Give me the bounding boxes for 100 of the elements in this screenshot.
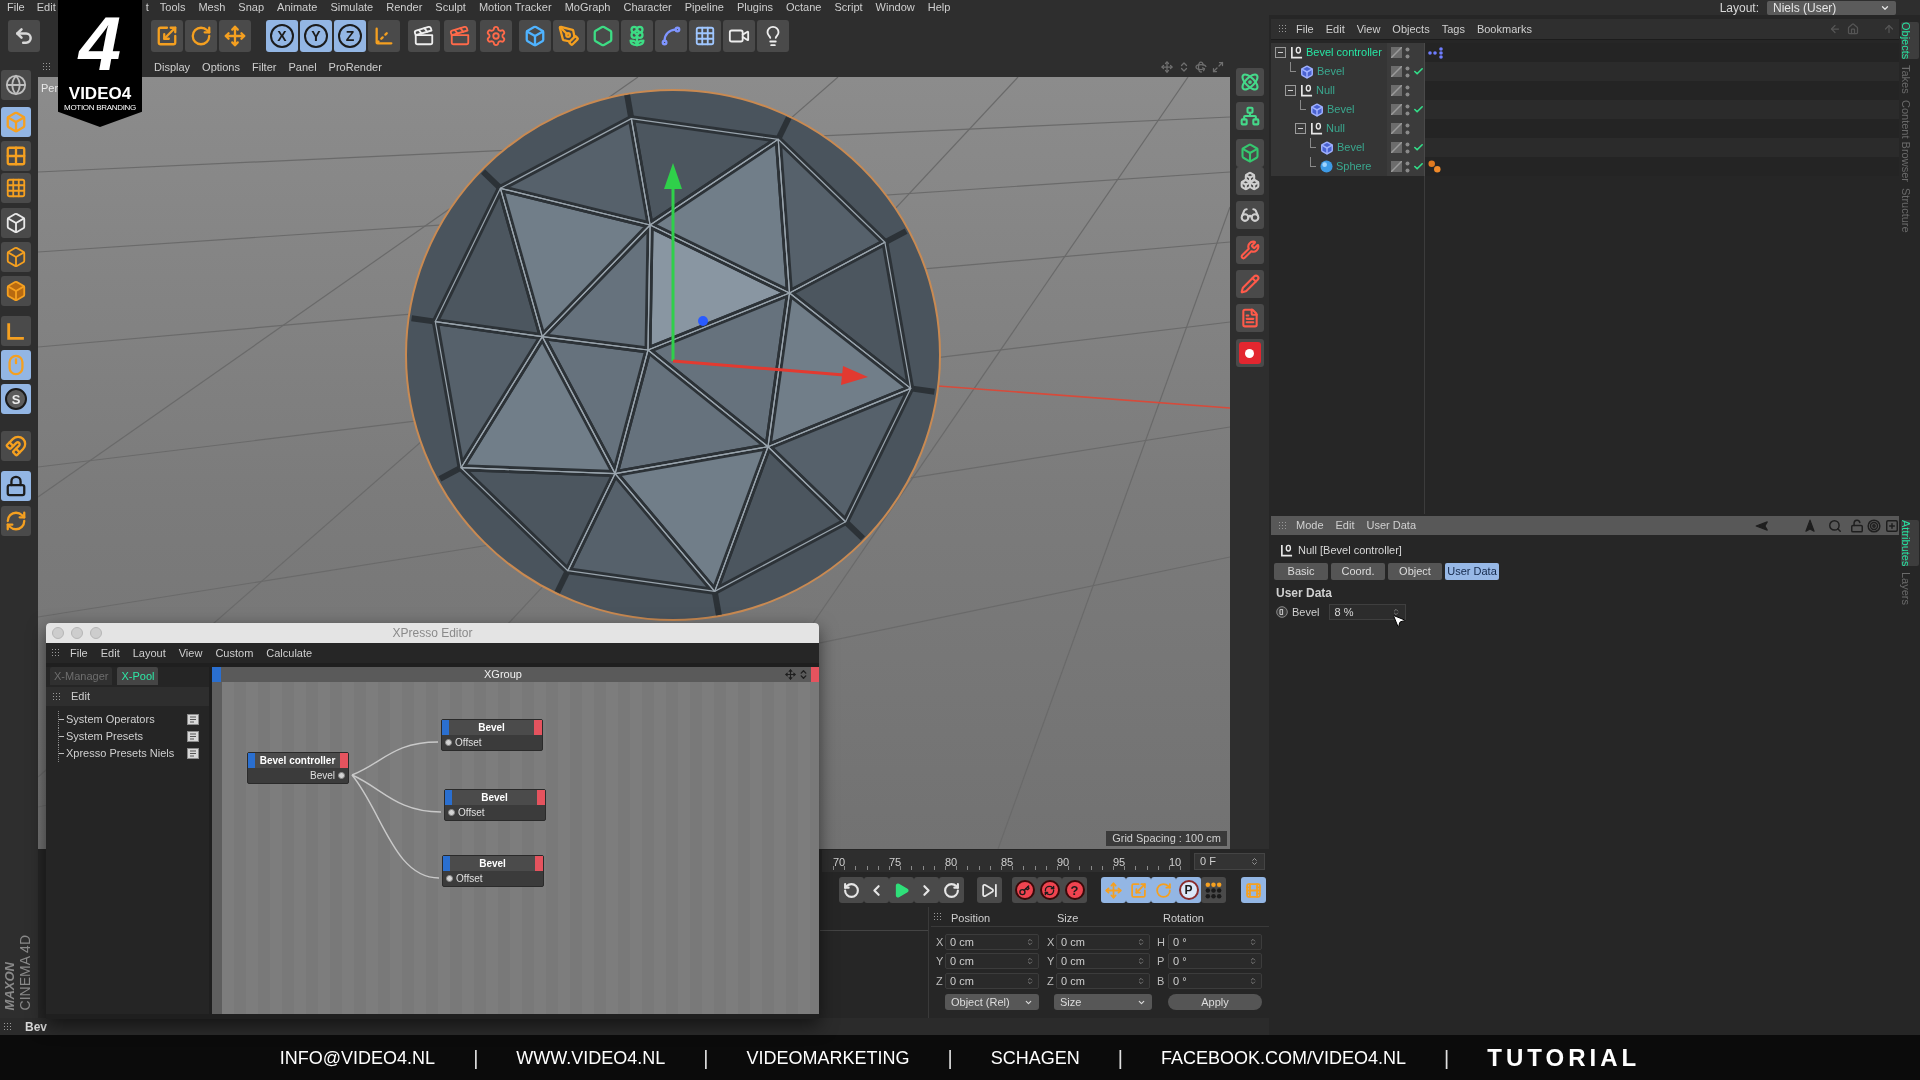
- menu-item[interactable]: Snap: [238, 2, 265, 13]
- points-mode-button[interactable]: [1, 208, 31, 238]
- connection-wire[interactable]: [351, 774, 442, 813]
- tool-button[interactable]: [1235, 102, 1264, 130]
- axis-mode-button[interactable]: [1, 316, 31, 346]
- menu-item[interactable]: Render: [386, 2, 423, 13]
- apply-button[interactable]: Apply: [1168, 994, 1262, 1010]
- cloner-button[interactable]: [621, 20, 653, 52]
- point-level-button[interactable]: [1201, 877, 1226, 903]
- menu-item[interactable]: Character: [623, 2, 672, 13]
- go-to-start-button[interactable]: [839, 877, 864, 903]
- menu-item[interactable]: Filter: [252, 61, 277, 73]
- menu-item[interactable]: Bookmarks: [1476, 23, 1532, 35]
- pool-item[interactable]: Xpresso Presets Niels: [66, 748, 175, 759]
- visibility-dots-icon[interactable]: [1405, 122, 1410, 135]
- object-name[interactable]: Bevel: [1337, 142, 1365, 153]
- menu-item[interactable]: Tags: [1441, 23, 1465, 35]
- port-icon[interactable]: [338, 772, 345, 779]
- coordinate-mode-dropdown[interactable]: Object (Rel): [945, 994, 1039, 1010]
- check-icon[interactable]: [1413, 142, 1424, 153]
- menu-item[interactable]: Edit: [71, 691, 90, 702]
- value-field[interactable]: 8 %: [1328, 604, 1406, 620]
- y-axis-arrow[interactable]: [664, 163, 682, 361]
- last-frame-button[interactable]: [977, 877, 1002, 903]
- render-view-button[interactable]: [408, 20, 440, 52]
- menu-item[interactable]: Edit: [36, 2, 56, 13]
- check-icon[interactable]: [1413, 161, 1424, 172]
- timeline-ruler[interactable]: 70 75 80 85 90 95 10: [822, 850, 1190, 872]
- render-picture-button[interactable]: [444, 20, 476, 52]
- object-name[interactable]: Null: [1326, 123, 1345, 134]
- menu-item[interactable]: MoGraph: [564, 2, 611, 13]
- rotate-tool-button[interactable]: [185, 20, 217, 52]
- input-port-menu[interactable]: [248, 753, 255, 768]
- menu-item[interactable]: t: [145, 2, 149, 13]
- minus-box-icon[interactable]: [1295, 123, 1306, 134]
- tool-button[interactable]: [1235, 139, 1264, 167]
- solo-button[interactable]: S: [1, 384, 31, 414]
- menu-item[interactable]: User Data: [1366, 520, 1417, 531]
- coordinate-field[interactable]: 0 cm: [945, 934, 1039, 950]
- tool-button[interactable]: [1235, 167, 1264, 195]
- coordinate-system-button[interactable]: [368, 20, 400, 52]
- visibility-dots-icon[interactable]: [1405, 141, 1410, 154]
- pool-item[interactable]: System Presets: [66, 731, 144, 742]
- menu-item[interactable]: File: [70, 647, 88, 659]
- menu-item[interactable]: File: [7, 2, 25, 13]
- visibility-dots-icon[interactable]: [1405, 46, 1410, 59]
- minus-box-icon[interactable]: [1285, 85, 1296, 96]
- coordinate-field[interactable]: 0 cm: [945, 953, 1039, 969]
- frame-field[interactable]: 0 F: [1194, 852, 1265, 870]
- axis-lock-button[interactable]: Z: [334, 20, 366, 52]
- menu-item[interactable]: Mode: [1296, 520, 1324, 531]
- port-icon[interactable]: [446, 875, 453, 882]
- menu-item[interactable]: Pipeline: [684, 2, 724, 13]
- snap-button[interactable]: [1, 431, 31, 461]
- coordinate-field[interactable]: 0 °: [1168, 973, 1262, 989]
- camera-button[interactable]: [723, 20, 755, 52]
- menu-item[interactable]: Edit: [100, 647, 120, 659]
- tab[interactable]: Basic: [1274, 563, 1328, 580]
- menu-item[interactable]: Objects: [1392, 23, 1430, 35]
- menu-item[interactable]: Custom: [215, 647, 254, 659]
- port-icon[interactable]: [445, 739, 452, 746]
- coordinate-field[interactable]: 0 °: [1168, 953, 1262, 969]
- visibility-dots-icon[interactable]: [1405, 160, 1410, 173]
- texture-mode-button[interactable]: [1, 141, 31, 171]
- faceted-sphere-drawing[interactable]: [405, 89, 941, 621]
- menu-item[interactable]: File: [1296, 23, 1314, 35]
- layout-dropdown[interactable]: Niels (User): [1767, 0, 1896, 15]
- align-workplane-button[interactable]: [1, 506, 31, 536]
- scale-tool-button[interactable]: [151, 20, 183, 52]
- input-port-menu[interactable]: [443, 856, 450, 871]
- menu-item[interactable]: Edit: [1335, 520, 1355, 531]
- library-icon[interactable]: [187, 714, 199, 725]
- z-axis-handle[interactable]: [698, 316, 708, 326]
- port-icon[interactable]: [448, 809, 455, 816]
- size-mode-dropdown[interactable]: Size: [1054, 994, 1152, 1010]
- visibility-dots-icon[interactable]: [1405, 65, 1410, 78]
- coordinate-field[interactable]: 0 cm: [1056, 953, 1150, 969]
- floor-button[interactable]: [689, 20, 721, 52]
- workplane-button[interactable]: [1, 173, 31, 203]
- key-help-button[interactable]: ?: [1062, 877, 1087, 903]
- axis-lock-button[interactable]: X: [266, 20, 298, 52]
- xpresso-node[interactable]: Bevel Offset: [441, 719, 543, 751]
- lock-workplane-button[interactable]: [1, 471, 31, 501]
- axis-lock-button[interactable]: Y: [300, 20, 332, 52]
- library-icon[interactable]: [187, 731, 199, 742]
- coordinate-field[interactable]: 0 cm: [945, 973, 1039, 989]
- record-key-button[interactable]: [1012, 877, 1037, 903]
- coordinate-field[interactable]: 0 °: [1168, 934, 1262, 950]
- menu-item[interactable]: Edit: [1325, 23, 1345, 35]
- dots-icon[interactable]: [1428, 46, 1444, 59]
- object-name[interactable]: Sphere: [1336, 161, 1372, 172]
- menu-item[interactable]: Panel: [288, 61, 317, 73]
- menu-item[interactable]: Help: [927, 2, 951, 13]
- check-icon[interactable]: [1413, 104, 1424, 115]
- pool-item[interactable]: System Operators: [66, 714, 155, 725]
- menu-item[interactable]: Options: [202, 61, 240, 73]
- menu-item[interactable]: Plugins: [736, 2, 773, 13]
- menu-item[interactable]: Tools: [159, 2, 186, 13]
- tab[interactable]: X-Pool: [117, 667, 159, 685]
- render-settings-button[interactable]: [480, 20, 512, 52]
